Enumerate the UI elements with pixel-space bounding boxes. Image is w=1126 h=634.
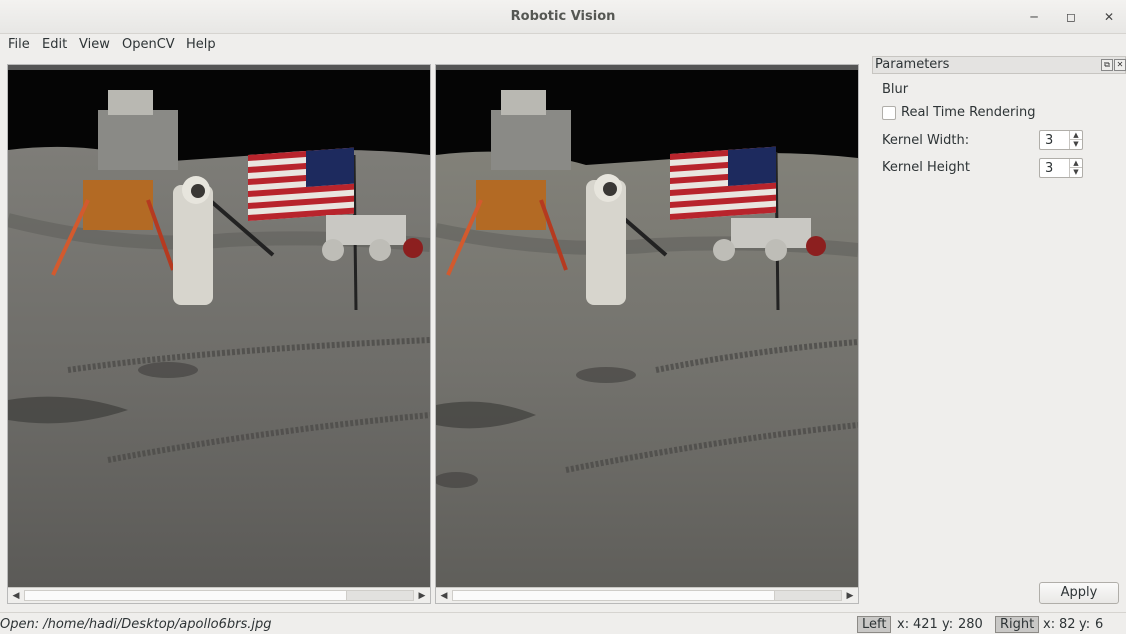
left-x-value: 421 [913,617,938,632]
right-image[interactable] [436,70,858,587]
left-image-pane[interactable]: ◀ ▶ [7,64,431,604]
left-y-value: 280 [958,617,983,632]
title-bar: Robotic Vision ─ ◻ ✕ [0,0,1126,34]
kernel-height-value[interactable]: 3 [1045,161,1053,176]
dock-close-icon[interactable]: ✕ [1114,59,1126,71]
apply-button[interactable]: Apply [1039,582,1119,604]
right-horizontal-scrollbar[interactable]: ◀ ▶ [436,587,858,603]
dock-title-label: Parameters [875,57,950,72]
menu-bar: File Edit View OpenCV Help [0,34,1126,56]
spin-up-icon[interactable]: ▲ [1069,131,1082,140]
scroll-track[interactable] [24,590,414,601]
minimize-icon[interactable]: ─ [1025,8,1043,26]
menu-opencv[interactable]: OpenCV [122,37,175,52]
spin-up-icon[interactable]: ▲ [1069,159,1082,168]
kernel-width-label: Kernel Width: [882,133,970,148]
right-x-label: x: [1043,617,1056,632]
spin-down-icon[interactable]: ▼ [1069,168,1082,177]
right-coord-tag: Right [995,616,1040,633]
chevron-left-icon[interactable]: ◀ [9,589,23,603]
chevron-right-icon[interactable]: ▶ [415,589,429,603]
left-coord-tag: Left [857,616,892,633]
status-message: Open: /home/hadi/Desktop/apollo6brs.jpg [0,617,272,632]
parameters-dock: Parameters ⧉ ✕ Blur Real Time Rendering … [872,56,1126,610]
kernel-height-spinbox[interactable]: 3 ▲ ▼ [1039,158,1083,178]
kernel-width-spinbox[interactable]: 3 ▲ ▼ [1039,130,1083,150]
window-title: Robotic Vision [510,9,616,24]
right-x-value: 82 [1059,617,1076,632]
right-y-label: y: [1079,617,1091,632]
right-y-value: 6 [1095,617,1104,632]
menu-file[interactable]: File [8,37,30,52]
maximize-icon[interactable]: ◻ [1062,8,1080,26]
scroll-thumb[interactable] [25,591,348,600]
dock-title: Parameters ⧉ ✕ [872,56,1126,74]
moon-scene-left [8,70,430,587]
status-bar: Open: /home/hadi/Desktop/apollo6brs.jpg … [0,612,1126,634]
scroll-thumb[interactable] [453,591,776,600]
float-icon[interactable]: ⧉ [1101,59,1113,71]
scroll-track[interactable] [452,590,842,601]
chevron-right-icon[interactable]: ▶ [843,589,857,603]
kernel-height-label: Kernel Height [882,160,970,175]
kernel-width-value[interactable]: 3 [1045,133,1053,148]
left-y-label: y: [942,617,954,632]
menu-edit[interactable]: Edit [42,37,67,52]
realtime-checkbox[interactable] [882,106,896,120]
close-icon[interactable]: ✕ [1100,8,1118,26]
menu-view[interactable]: View [79,37,110,52]
left-x-label: x: [897,617,910,632]
menu-help[interactable]: Help [186,37,216,52]
blur-section-label: Blur [882,82,909,97]
right-image-pane[interactable]: ◀ ▶ [435,64,859,604]
chevron-left-icon[interactable]: ◀ [437,589,451,603]
realtime-label: Real Time Rendering [901,105,1036,120]
spin-down-icon[interactable]: ▼ [1069,140,1082,149]
left-horizontal-scrollbar[interactable]: ◀ ▶ [8,587,430,603]
moon-scene-right [436,70,858,587]
left-image[interactable] [8,70,430,587]
